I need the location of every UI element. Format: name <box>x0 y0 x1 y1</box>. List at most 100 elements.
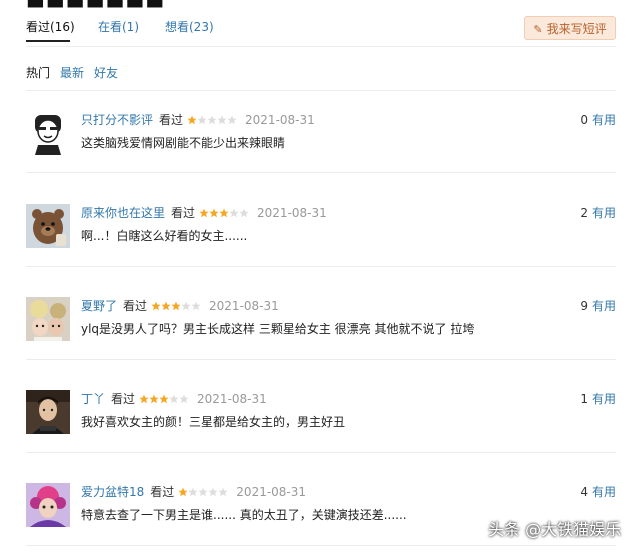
review-username[interactable]: 原来你也在这里 <box>81 206 165 220</box>
sort-latest[interactable]: 最新 <box>60 64 84 81</box>
useful-count: 4 <box>580 485 588 499</box>
avatar[interactable] <box>26 483 70 527</box>
review-comment: 这类脑残爱情网剧能不能少出来辣眼睛 <box>81 136 286 150</box>
review-date: 2021-08-31 <box>245 113 315 127</box>
useful-vote[interactable]: 1 有用 <box>580 390 616 407</box>
useful-button[interactable]: 有用 <box>592 299 616 313</box>
watch-status: 看过 <box>123 299 148 313</box>
review-date: 2021-08-31 <box>236 485 307 499</box>
star-empty-icon <box>227 115 237 125</box>
review-username[interactable]: 丁丫 <box>81 392 105 406</box>
star-rating <box>139 394 189 404</box>
write-review-button[interactable]: ✎ 我来写短评 <box>524 16 616 40</box>
useful-count: 1 <box>580 392 588 406</box>
tab-watched[interactable]: 看过(16) <box>26 18 75 35</box>
useful-button[interactable]: 有用 <box>592 206 616 220</box>
rating-stars-svg <box>199 208 249 218</box>
star-filled-icon <box>151 301 161 311</box>
review-date: 2021-08-31 <box>257 206 327 220</box>
review-comment: 我好喜欢女主的颜！三星都是给女主的，男主好丑 <box>81 415 346 429</box>
rating-stars-svg <box>151 301 201 311</box>
star-empty-icon <box>229 208 239 218</box>
star-empty-icon <box>188 487 198 497</box>
watch-status: 看过 <box>171 206 196 220</box>
sort-divider <box>26 90 616 91</box>
star-rating <box>199 208 249 218</box>
useful-count: 9 <box>580 299 588 313</box>
tab-want-to-watch[interactable]: 想看(23) <box>165 18 214 35</box>
page-title-cut: ■■■■■■■ <box>0 0 640 8</box>
star-empty-icon <box>181 301 191 311</box>
star-empty-icon <box>239 208 249 218</box>
review-date: 2021-08-31 <box>197 392 267 406</box>
review-meta: 原来你也在这里 看过 2021-08-31 <box>81 204 327 220</box>
star-filled-icon <box>139 394 149 404</box>
review-item: 夏野了 看过 2021-08-31 ylq是没男人了吗？男主长成这样 三颗星给女主 … <box>26 297 616 357</box>
rating-stars-svg <box>139 394 189 404</box>
star-empty-icon <box>218 487 228 497</box>
useful-button[interactable]: 有用 <box>592 485 616 499</box>
avatar[interactable] <box>26 204 70 248</box>
sort-hot[interactable]: 热门 <box>26 64 50 81</box>
star-filled-icon <box>199 208 209 218</box>
active-tab-underline <box>26 40 70 42</box>
useful-button[interactable]: 有用 <box>592 392 616 406</box>
rating-stars-svg <box>178 487 228 497</box>
review-username[interactable]: 只打分不影评 <box>81 113 153 127</box>
review-username[interactable]: 夏野了 <box>81 299 117 313</box>
star-filled-icon <box>149 394 159 404</box>
useful-vote[interactable]: 4 有用 <box>580 483 616 500</box>
star-empty-icon <box>197 115 207 125</box>
write-review-label: 我来写短评 <box>546 22 607 36</box>
review-divider <box>26 545 616 546</box>
useful-vote[interactable]: 2 有用 <box>580 204 616 221</box>
review-divider <box>26 359 616 360</box>
review-comment: 特意去查了一下男主是谁...... 真的太丑了，关键演技还差...... <box>81 508 407 522</box>
review-meta: 丁丫 看过 2021-08-31 <box>81 390 267 406</box>
star-empty-icon <box>198 487 208 497</box>
watch-status: 看过 <box>159 113 184 127</box>
avatar[interactable] <box>26 390 70 434</box>
star-empty-icon <box>217 115 227 125</box>
star-filled-icon <box>209 208 219 218</box>
review-date: 2021-08-31 <box>209 299 279 313</box>
tabs-divider <box>26 46 616 47</box>
pencil-icon: ✎ <box>533 23 543 36</box>
review-divider <box>26 452 616 453</box>
avatar[interactable] <box>26 297 70 341</box>
review-item: 只打分不影评 看过 2021-08-31 这类脑残爱情网剧能不能少出来辣眼睛 0 有用 <box>26 111 616 171</box>
star-rating <box>151 301 201 311</box>
star-rating <box>187 115 237 125</box>
review-username[interactable]: 爱力盆特18 <box>81 485 144 499</box>
useful-count: 2 <box>580 206 588 220</box>
star-filled-icon <box>187 115 197 125</box>
review-comment: 啊...！白瞎这么好看的女主...... <box>81 229 248 243</box>
star-rating <box>178 487 228 497</box>
rating-stars-svg <box>187 115 237 125</box>
sort-friends[interactable]: 好友 <box>94 64 118 81</box>
star-filled-icon <box>159 394 169 404</box>
useful-vote[interactable]: 0 有用 <box>580 111 616 128</box>
watch-status: 看过 <box>150 485 175 499</box>
review-divider <box>26 172 616 173</box>
star-filled-icon <box>161 301 171 311</box>
star-empty-icon <box>179 394 189 404</box>
watch-status: 看过 <box>111 392 136 406</box>
star-empty-icon <box>169 394 179 404</box>
star-filled-icon <box>219 208 229 218</box>
useful-count: 0 <box>580 113 588 127</box>
star-empty-icon <box>191 301 201 311</box>
review-comment: ylq是没男人了吗？男主长成这样 三颗星给女主 很漂亮 其他就不说了 拉垮 <box>81 322 475 336</box>
useful-button[interactable]: 有用 <box>592 113 616 127</box>
star-empty-icon <box>207 115 217 125</box>
avatar[interactable] <box>26 111 70 155</box>
star-filled-icon <box>178 487 188 497</box>
star-empty-icon <box>208 487 218 497</box>
useful-vote[interactable]: 9 有用 <box>580 297 616 314</box>
star-filled-icon <box>171 301 181 311</box>
tab-watching[interactable]: 在看(1) <box>98 18 139 35</box>
review-meta: 只打分不影评 看过 2021-08-31 <box>81 111 315 127</box>
review-meta: 夏野了 看过 2021-08-31 <box>81 297 279 313</box>
page-title-fragment: ■■■■■■■ <box>26 0 165 8</box>
review-item: 丁丫 看过 2021-08-31 我好喜欢女主的颜！三星都是给女主的，男主好丑 1有… <box>26 390 616 450</box>
